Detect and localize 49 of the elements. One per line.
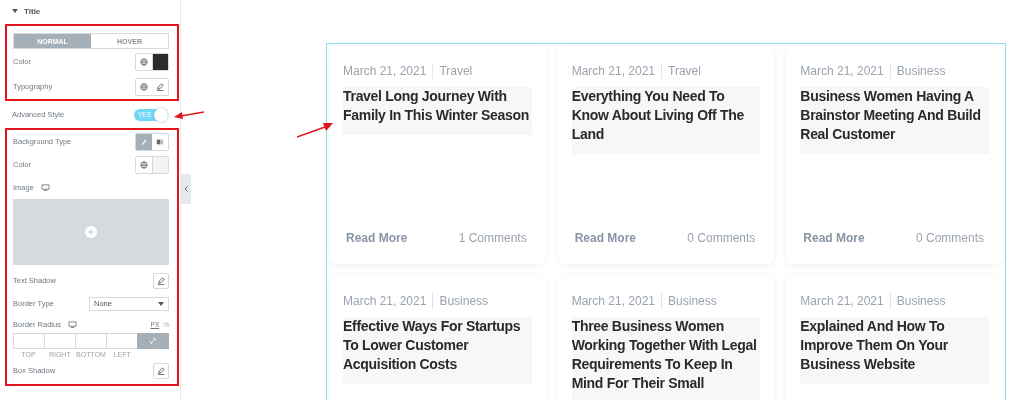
input-field[interactable] [13, 333, 44, 349]
monitor-icon[interactable] [67, 320, 77, 328]
post-date: March 21, 2021 [571, 294, 656, 308]
collapse-handle[interactable] [181, 174, 191, 204]
post-date: March 21, 2021 [800, 64, 884, 78]
post-title[interactable]: Business Women Having A Brainstor Meeting And Build Real Customer [800, 87, 989, 154]
input-field[interactable] [106, 333, 137, 349]
monitor-icon[interactable] [40, 184, 50, 191]
pencil-icon [156, 82, 164, 91]
post-category[interactable]: Business [439, 294, 489, 308]
post-title[interactable]: Everything You Need To Know About Living Off The Land [571, 87, 761, 154]
post-category[interactable]: Travel [439, 64, 473, 78]
input-field[interactable] [44, 333, 75, 349]
section-title[interactable]: Title [24, 6, 41, 16]
caret-icon[interactable] [12, 9, 18, 13]
caret-icon [158, 301, 164, 306]
annotation-arrow [174, 110, 204, 120]
comment-count: 1 Comments [458, 231, 527, 245]
post-date: March 21, 2021 [343, 294, 427, 308]
post-category[interactable]: Business [896, 294, 946, 308]
post-title[interactable]: Effective Ways For Startups To Lower Customer Acquisition Costs [343, 317, 532, 384]
post-title[interactable]: Three Business Women Working Together With Legal Requirements To Keep In Mind For Their Small [571, 317, 761, 400]
brush-icon [140, 137, 148, 146]
pencil-icon [157, 276, 165, 285]
annotation-arrow [297, 122, 333, 138]
read-more-link[interactable]: Read More [803, 231, 865, 245]
gradient-icon [156, 137, 164, 146]
post-date: March 21, 2021 [343, 64, 427, 78]
edit-button[interactable] [153, 272, 169, 289]
globe-icon [140, 57, 148, 66]
comment-count: 0 Comments [687, 231, 756, 245]
post-date: March 21, 2021 [800, 294, 884, 308]
post-title[interactable]: Travel Long Journey With Family In This Winter Season [343, 87, 532, 135]
post-date: March 21, 2021 [571, 64, 656, 78]
color-swatch[interactable] [152, 53, 168, 70]
color-swatch[interactable] [152, 156, 168, 173]
link-icon [149, 337, 157, 345]
read-more-link[interactable]: Read More [574, 231, 636, 245]
pencil-icon [157, 366, 165, 375]
post-category[interactable]: Travel [668, 64, 701, 78]
read-more-link[interactable]: Read More [346, 231, 408, 245]
post-category[interactable]: Business [668, 294, 717, 308]
input-field[interactable] [75, 333, 106, 349]
globe-icon [140, 160, 148, 169]
edit-button[interactable] [153, 362, 169, 379]
post-category[interactable]: Business [896, 64, 946, 78]
post-title[interactable]: Explained And How To Improve Them On Your Business Website [800, 317, 989, 384]
globe-icon [140, 82, 148, 91]
comment-count: 0 Comments [915, 231, 984, 245]
